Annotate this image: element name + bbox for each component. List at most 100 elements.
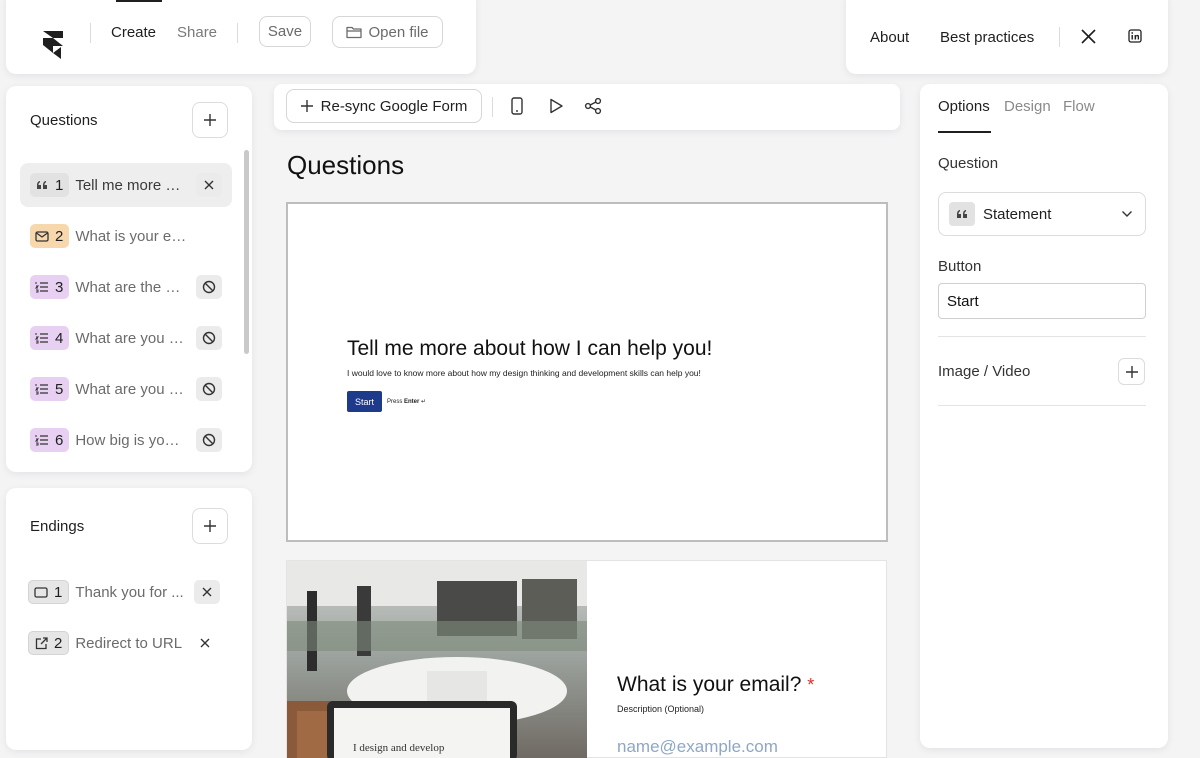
- question-number: 5: [55, 380, 64, 398]
- question-text: What are the main...: [75, 278, 185, 296]
- hint-suffix: ↵: [419, 399, 427, 405]
- question-type-value: Statement: [983, 205, 1052, 223]
- ban-icon: [202, 433, 216, 447]
- question-badge: 1: [30, 173, 70, 197]
- x-logo-icon[interactable]: [1081, 29, 1096, 44]
- external-link-icon: [34, 636, 48, 650]
- add-ending-button[interactable]: [192, 508, 228, 544]
- question-type-label: Question: [938, 155, 999, 172]
- question-number: 3: [55, 278, 64, 296]
- share-button[interactable]: [583, 96, 603, 116]
- ban-icon: [202, 382, 216, 396]
- delete-ending-button[interactable]: [194, 580, 220, 604]
- question-badge: 3: [30, 275, 70, 299]
- mobile-preview-button[interactable]: [507, 96, 527, 116]
- button-label: Button: [938, 258, 982, 275]
- close-icon: [202, 587, 212, 597]
- folder-icon: [346, 26, 363, 39]
- question-badge: 4: [30, 326, 70, 350]
- preview-start-button[interactable]: Start: [347, 391, 382, 412]
- question-item-2[interactable]: 2 What is your email?: [20, 214, 232, 258]
- ending-badge: 2: [28, 631, 70, 655]
- question-number: 4: [55, 329, 64, 347]
- top-right-toolbar: About Best practices: [846, 0, 1168, 74]
- email-question-heading: What is your email? *: [617, 673, 814, 697]
- question-badge: 5: [30, 377, 70, 401]
- question-number: 6: [55, 431, 64, 449]
- cafe-laptop-photo: I design and develop: [287, 561, 587, 758]
- active-nav-underline: [116, 0, 162, 2]
- editor-toolbar: Re-sync Google Form: [274, 84, 900, 130]
- question-item-3[interactable]: 3 What are the main...: [20, 265, 232, 309]
- nav-create[interactable]: Create: [111, 24, 156, 42]
- ending-badge: 1: [28, 580, 70, 604]
- image-video-label: Image / Video: [938, 363, 1031, 380]
- statement-preview-card[interactable]: Tell me more about how I can help you! I…: [286, 202, 888, 542]
- email-preview-card[interactable]: I design and develop What is your email?…: [286, 560, 887, 758]
- skip-logic-button[interactable]: [196, 377, 222, 401]
- list-icon: [35, 280, 49, 294]
- resync-google-form-button[interactable]: Re-sync Google Form: [286, 89, 482, 123]
- save-button[interactable]: Save: [259, 16, 311, 47]
- divider: [938, 336, 1146, 337]
- preview-description: I would love to know more about how my d…: [347, 368, 701, 378]
- play-icon: [550, 98, 563, 114]
- question-text: What is your email?: [75, 227, 187, 245]
- delete-ending-button[interactable]: [192, 631, 218, 655]
- skip-logic-button[interactable]: [196, 428, 222, 452]
- question-text: Tell me more about how I can help you!: [75, 176, 185, 194]
- ending-item-2[interactable]: 2 Redirect to URL: [20, 621, 220, 665]
- tab-flow[interactable]: Flow: [1063, 98, 1095, 115]
- questions-scrollbar[interactable]: [244, 150, 249, 354]
- tab-options[interactable]: Options: [938, 98, 990, 115]
- page-title: Questions: [287, 150, 405, 180]
- laptop-screen-text: I design and develop: [353, 742, 445, 754]
- question-item-6[interactable]: 6 How big is your...: [20, 418, 232, 462]
- endings-panel: Endings 1 Thank you for ... 2 Redirect t…: [6, 488, 252, 750]
- nav-share[interactable]: Share: [177, 24, 217, 42]
- mobile-icon: [511, 97, 523, 115]
- ban-icon: [202, 280, 216, 294]
- email-description: Description (Optional): [617, 704, 705, 714]
- hint-key: Enter: [404, 399, 420, 405]
- chevron-down-icon: [1122, 211, 1132, 217]
- email-input-placeholder[interactable]: name@example.com: [617, 737, 778, 757]
- properties-panel: Options Design Flow Question Statement B…: [920, 84, 1168, 748]
- linkedin-icon[interactable]: [1128, 29, 1142, 43]
- close-icon: [200, 638, 210, 648]
- skip-logic-button[interactable]: [196, 275, 222, 299]
- skip-logic-button[interactable]: [196, 326, 222, 350]
- about-link[interactable]: About: [870, 29, 909, 47]
- delete-question-button[interactable]: [196, 173, 222, 197]
- required-mark: *: [807, 675, 815, 695]
- add-question-button[interactable]: [192, 102, 228, 138]
- ending-item-1[interactable]: 1 Thank you for ...: [20, 570, 220, 614]
- quote-icon: [35, 178, 49, 192]
- question-text: What are you looking for...: [75, 329, 185, 347]
- list-icon: [35, 433, 49, 447]
- open-file-label: Open file: [368, 23, 429, 41]
- endings-panel-title: Endings: [30, 518, 85, 535]
- tab-design[interactable]: Design: [1004, 98, 1051, 115]
- question-item-1[interactable]: 1 Tell me more about how I can help you!: [20, 163, 232, 207]
- question-badge: 6: [30, 428, 70, 452]
- ban-icon: [202, 331, 216, 345]
- divider: [938, 405, 1146, 406]
- question-type-select[interactable]: Statement: [938, 192, 1146, 236]
- add-media-button[interactable]: [1118, 358, 1145, 385]
- play-button[interactable]: [546, 96, 566, 116]
- open-file-button[interactable]: Open file: [332, 16, 443, 48]
- preview-start-label: Start: [354, 396, 374, 407]
- email-heading-text: What is your email?: [617, 673, 802, 696]
- mail-icon: [35, 229, 49, 243]
- button-text-input[interactable]: [938, 283, 1146, 319]
- active-tab-underline: [938, 131, 991, 133]
- question-badge: 2: [30, 224, 70, 248]
- best-practices-link[interactable]: Best practices: [940, 29, 1034, 47]
- screen-icon: [34, 585, 48, 599]
- app-logo-icon[interactable]: [42, 30, 68, 60]
- plus-icon: [300, 100, 313, 112]
- ending-number: 2: [54, 634, 63, 652]
- question-item-5[interactable]: 5 What are you looking for...: [20, 367, 232, 411]
- question-item-4[interactable]: 4 What are you looking for...: [20, 316, 232, 360]
